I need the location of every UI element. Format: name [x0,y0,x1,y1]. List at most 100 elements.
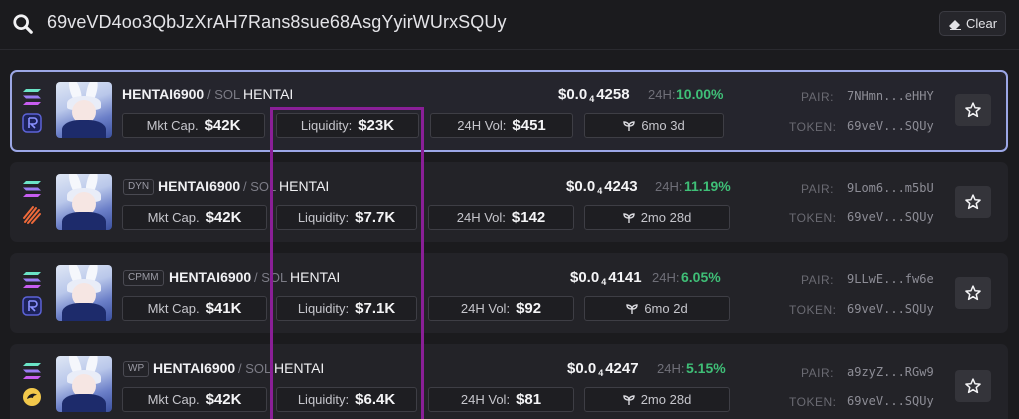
mkt-cap-label: Mkt Cap. [147,301,200,316]
age-pill: 2mo 28d [584,387,730,412]
solana-icon [23,89,41,105]
liquidity-pill: Liquidity: $7.7K [276,205,417,230]
result-card[interactable]: DYN HENTAI6900 / SOL HENTAI Mkt Cap. $42K… [10,162,1008,242]
price: $0.0 4 4141 [570,269,642,287]
mkt-cap-value: $42K [205,209,242,226]
market-cap-pill: Mkt Cap. $41K [122,296,267,321]
liquidity-label: Liquidity: [297,392,350,407]
change-label: 24H: [657,361,685,376]
age-pill: 6mo 2d [584,296,730,321]
market-cap-pill: Mkt Cap. $42K [122,387,267,412]
volume-pill: 24H Vol: $451 [430,113,573,138]
volume-value: $451 [512,117,546,134]
pool-type-badge: WP [123,361,150,377]
change-value: 10.00% [676,86,724,102]
volume-pill: 24H Vol: $92 [428,296,574,321]
quote-symbol: / SOL [238,361,272,376]
pool-type-badge: CPMM [123,270,164,286]
token-label: TOKEN: [789,303,837,317]
favorite-button[interactable] [955,186,991,218]
price: $0.0 4 4247 [567,360,639,378]
pair-address[interactable]: 9LLwE...fw6e [847,272,934,286]
pool-type-badge: DYN [123,179,155,195]
result-card[interactable]: WP HENTAI6900 / SOL HENTAI Mkt Cap. $42K … [10,344,1008,419]
liquidity-pill: Liquidity: $7.1K [276,296,417,321]
token-name: HENTAI [274,360,325,376]
liquidity-value: $23K [358,117,395,134]
search-icon [13,14,33,34]
pair-label: PAIR: [801,273,834,287]
token-symbol: HENTAI6900 [153,360,236,376]
search-bar: 69veVD4oo3QbJzXrAH7Rans8sue68AsgYyirWUrx… [0,0,1019,50]
result-card[interactable]: HENTAI6900 / SOL HENTAI Mkt Cap. $42K Liq… [10,70,1008,152]
token-symbol: HENTAI6900 [122,86,205,102]
token-address[interactable]: 69veV...SQUy [847,210,934,224]
token-address[interactable]: 69veV...SQUy [847,302,934,316]
token-avatar [56,82,112,138]
solana-icon [23,181,41,197]
pair-address[interactable]: a9zyZ...RGw9 [847,365,934,379]
volume-value: $142 [511,209,546,226]
volume-label: 24H Vol: [457,118,507,133]
search-input[interactable]: 69veVD4oo3QbJzXrAH7Rans8sue68AsgYyirWUrx… [47,12,507,33]
sprout-icon [623,394,635,405]
change-label: 24H: [652,270,680,285]
volume-label: 24H Vol: [460,301,511,316]
liquidity-pill: Liquidity: $23K [276,113,419,138]
quote-symbol: / SOL [243,179,277,194]
raydium-icon [22,296,42,316]
favorite-button[interactable] [955,277,991,309]
liquidity-value: $6.4K [355,391,396,408]
meteora-icon [23,206,41,224]
token-name: HENTAI [243,86,294,102]
token-name: HENTAI [279,178,330,194]
liquidity-pill: Liquidity: $6.4K [276,387,417,412]
change-value: 11.19% [684,178,731,194]
liquidity-value: $7.7K [355,209,396,226]
price: $0.0 4 4258 [558,86,630,104]
token-address[interactable]: 69veV...SQUy [847,394,934,408]
eraser-icon [948,19,961,30]
liquidity-value: $7.1K [355,300,396,317]
pair-address[interactable]: 7NHmn...eHHY [847,89,934,103]
liquidity-label: Liquidity: [300,118,353,133]
raydium-icon [22,113,42,133]
volume-value: $92 [516,300,542,317]
token-avatar [56,265,112,321]
star-icon [965,102,981,118]
age-pill: 6mo 3d [584,113,724,138]
quote-symbol: / SOL [207,87,241,102]
mkt-cap-value: $42K [205,391,242,408]
token-address[interactable]: 69veV...SQUy [847,119,934,133]
pair-label: PAIR: [801,366,834,380]
mkt-cap-label: Mkt Cap. [147,210,200,225]
price: $0.0 4 4243 [566,178,638,196]
liquidity-label: Liquidity: [297,301,350,316]
favorite-button[interactable] [955,370,991,402]
star-icon [965,378,981,394]
clear-button[interactable]: Clear [939,11,1006,36]
pair-address[interactable]: 9Lom6...m5bU [847,181,934,195]
age-value: 6mo 2d [644,301,688,316]
mkt-cap-label: Mkt Cap. [146,118,199,133]
solana-icon [23,272,41,288]
mkt-cap-value: $42K [204,117,241,134]
age-value: 2mo 28d [640,210,692,225]
solana-icon [23,363,41,379]
token-symbol: HENTAI6900 [158,178,241,194]
age-value: 2mo 28d [640,392,692,407]
market-cap-pill: Mkt Cap. $42K [122,113,265,138]
star-icon [965,285,981,301]
volume-pill: 24H Vol: $142 [428,205,574,230]
market-cap-pill: Mkt Cap. $42K [122,205,267,230]
volume-pill: 24H Vol: $81 [428,387,574,412]
change-label: 24H: [655,179,683,194]
favorite-button[interactable] [955,94,991,126]
mkt-cap-label: Mkt Cap. [147,392,200,407]
age-pill: 2mo 28d [584,205,730,230]
result-card[interactable]: CPMM HENTAI6900 / SOL HENTAI Mkt Cap. $41… [10,253,1008,333]
pair-label: PAIR: [801,182,834,196]
token-avatar [56,174,112,230]
liquidity-label: Liquidity: [297,210,350,225]
clear-label: Clear [965,16,998,31]
